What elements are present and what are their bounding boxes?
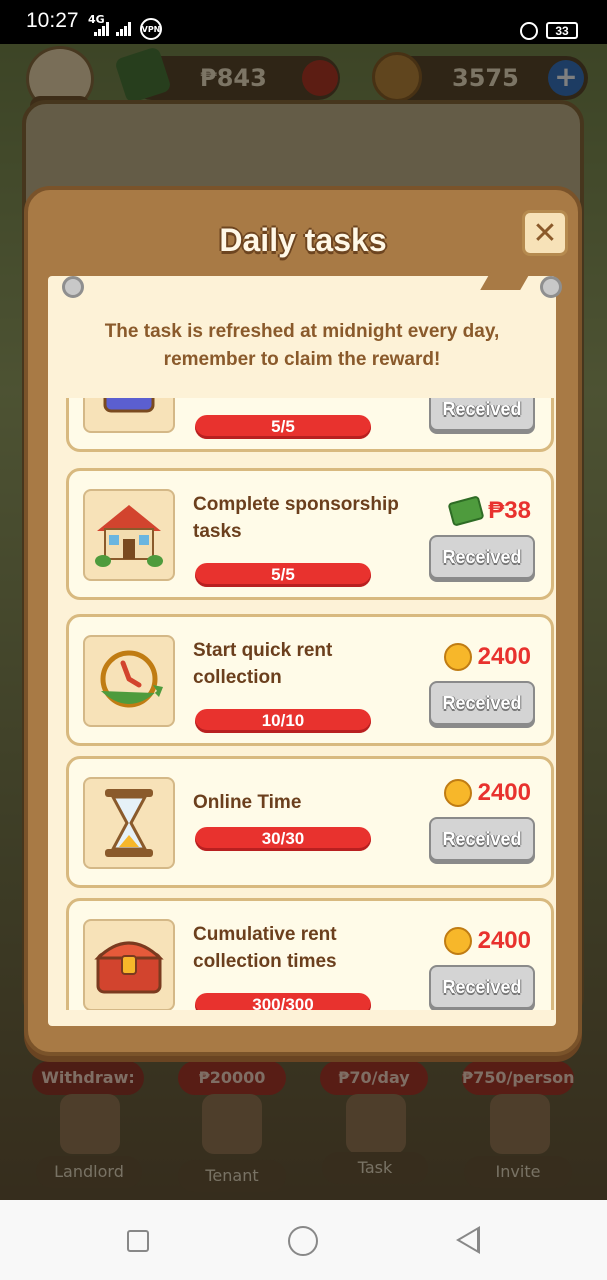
close-button[interactable]: ✕ [522, 210, 568, 256]
treasure-chest-icon [83, 919, 175, 1010]
received-button[interactable]: Received [429, 681, 535, 725]
home-icon[interactable] [288, 1226, 318, 1256]
task-progress: 5/5 [195, 563, 371, 587]
house-icon [83, 489, 175, 581]
task-reward: 2400 [443, 927, 531, 955]
signal-icon [94, 22, 109, 36]
task-title: Start quick rent collection [193, 640, 333, 688]
task-card: Cumulative rent collection times 300/300… [66, 898, 554, 1010]
task-reward: 2400 [443, 643, 531, 671]
received-button[interactable]: Received [429, 817, 535, 861]
task-progress: 300/300 [195, 993, 371, 1010]
refresh-notice: The task is refreshed at midnight every … [104, 321, 500, 370]
system-nav-bar [0, 1200, 607, 1280]
lock-icon [520, 22, 538, 40]
task-title: Cumulative rent collection times [193, 924, 337, 972]
task-progress: 10/10 [195, 709, 371, 733]
task-card: Online Time 30/30 2400 Received [66, 756, 554, 888]
task-reward: 2400 [443, 779, 531, 807]
task-title: Complete sponsorship tasks [193, 494, 399, 542]
received-button[interactable]: Received [429, 965, 535, 1009]
cash-icon [447, 495, 485, 527]
task-card: Complete sponsorship tasks 5/5 ₱38 Recei… [66, 468, 554, 600]
task-list[interactable]: 5/5 Received Complete sponsorship tasks … [62, 398, 554, 1010]
received-button[interactable]: Received [429, 398, 535, 431]
modal-title: Daily tasks [219, 222, 387, 258]
daily-tasks-modal: Daily tasks ✕ The task is refreshed at m… [24, 186, 582, 1056]
coin-icon [443, 643, 472, 671]
vpn-icon: VPN [140, 18, 162, 40]
clock: 10:27 [26, 9, 79, 32]
task-progress: 5/5 [195, 415, 371, 439]
coin-icon [443, 779, 472, 807]
task-card: 5/5 Received [66, 398, 554, 452]
clock-icon [83, 635, 175, 727]
coin-icon [443, 927, 472, 955]
hourglass-icon [83, 777, 175, 869]
task-card: Start quick rent collection 10/10 2400 R… [66, 614, 554, 746]
status-bar: 10:27 4G VPN 33 [0, 0, 607, 44]
task-progress: 30/30 [195, 827, 371, 851]
battery-icon: 33 [546, 22, 578, 39]
pin-icon [62, 276, 84, 298]
pin-icon [540, 276, 562, 298]
task-title: Online Time [193, 792, 302, 813]
task-icon [83, 398, 175, 433]
signal-icon [116, 22, 131, 36]
task-reward: ₱38 [447, 495, 531, 527]
recent-apps-icon[interactable] [127, 1230, 149, 1252]
received-button[interactable]: Received [429, 535, 535, 579]
